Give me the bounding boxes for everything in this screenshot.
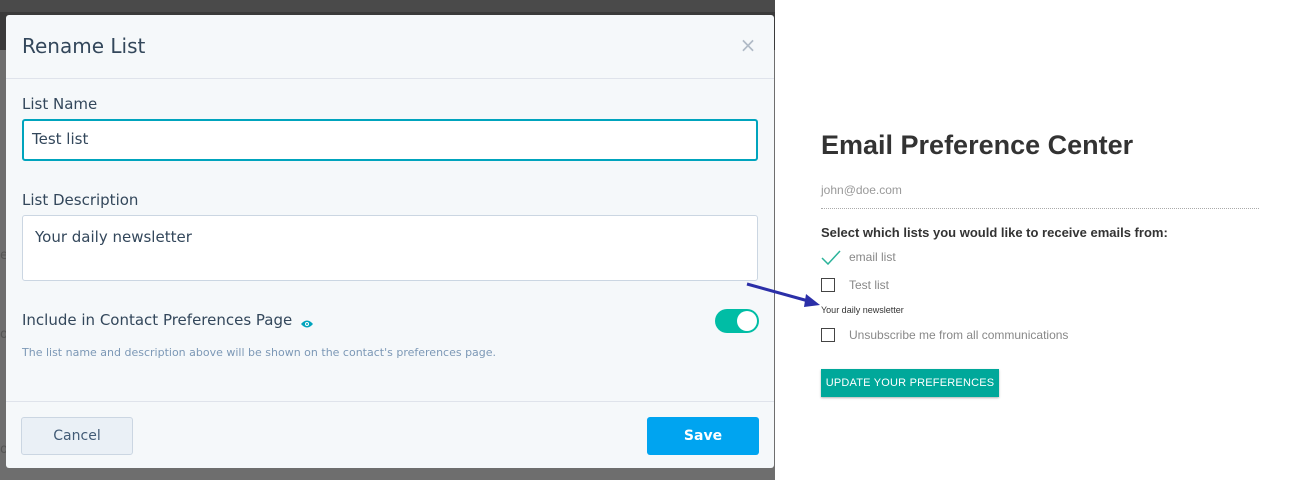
list-description-textarea[interactable]: Your daily newsletter (22, 215, 758, 281)
divider (821, 208, 1259, 209)
cancel-button-label: Cancel (53, 428, 101, 444)
update-preferences-label: UPDATE YOUR PREFERENCES (825, 377, 995, 389)
include-preferences-row: Include in Contact Preferences Page (22, 311, 314, 329)
save-button[interactable]: Save (647, 417, 759, 455)
unsubscribe-checkbox[interactable] (821, 328, 835, 342)
rename-list-modal: Rename List × List Name Test list List D… (6, 15, 774, 468)
unsubscribe-label: Unsubscribe me from all communications (849, 328, 1069, 342)
modal-header: Rename List × (6, 15, 774, 79)
include-preferences-label: Include in Contact Preferences Page (22, 311, 293, 329)
list-name-value: Test list (32, 130, 89, 148)
cancel-button[interactable]: Cancel (21, 417, 133, 455)
test-list-description: Your daily newsletter (821, 305, 904, 315)
toggle-knob (737, 311, 757, 331)
test-list-checkbox[interactable] (821, 278, 835, 292)
list-item-label: Test list (849, 278, 890, 292)
preference-center-prompt: Select which lists you would like to rec… (821, 225, 1168, 240)
list-description-value: Your daily newsletter (35, 228, 192, 246)
update-preferences-button[interactable]: UPDATE YOUR PREFERENCES (821, 369, 999, 397)
list-name-label: List Name (22, 95, 98, 113)
checkmark-icon[interactable] (821, 249, 841, 265)
modal-title: Rename List (22, 34, 146, 58)
unsubscribe-row[interactable]: Unsubscribe me from all communications (821, 328, 1068, 342)
preference-center-email: john@doe.com (821, 183, 902, 197)
list-description-label: List Description (22, 191, 139, 209)
eye-icon[interactable] (300, 315, 314, 328)
preference-center-title: Email Preference Center (821, 130, 1134, 160)
list-item-test-list[interactable]: Test list (821, 278, 889, 292)
list-item-label: email list (849, 250, 896, 264)
save-button-label: Save (683, 428, 723, 444)
list-name-input[interactable]: Test list (22, 119, 758, 161)
include-preferences-toggle[interactable] (715, 309, 759, 333)
annotation-arrow-icon (746, 282, 820, 307)
list-item-email-list[interactable]: email list (821, 249, 896, 265)
help-text: The list name and description above will… (22, 346, 497, 359)
close-icon[interactable]: × (738, 35, 758, 55)
app-top-bar (0, 0, 775, 12)
modal-footer: Cancel Save (6, 401, 774, 468)
